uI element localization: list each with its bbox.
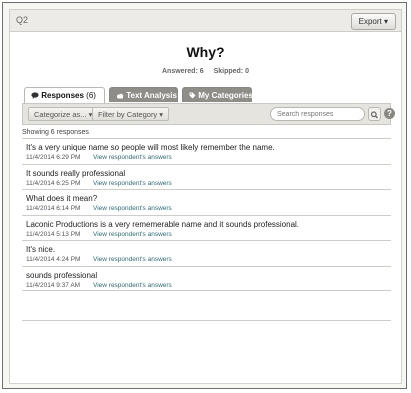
search-icon [370,111,378,119]
tag-icon [189,92,196,99]
response-date: 11/4/2014 4:24 PM [26,256,81,263]
chevron-down-icon: ▾ [383,17,388,26]
response-list: It's a very unique name so people will m… [22,138,391,291]
chevron-down-icon: ▾ [159,110,164,119]
list-item: It sounds really professional 11/4/2014 … [22,163,391,190]
tab-responses[interactable]: Responses (6) [24,87,105,103]
response-text: It's nice. [26,245,56,254]
export-label: Export [358,17,382,26]
cloud-icon [117,93,124,99]
response-date: 11/4/2014 5:13 PM [26,230,81,238]
categorize-label: Categorize as... [34,110,87,119]
answered-count: Answered: 6 [162,68,204,75]
response-date: 11/4/2014 9:37 AM [26,281,81,289]
list-item: Laconic Productions is a very rememerabl… [22,214,391,241]
speech-bubble-icon [31,92,39,99]
showing-count: Showing 6 responses [22,129,89,136]
question-panel: Why? Answered: 6 Skipped: 0 Responses (6… [9,32,402,384]
list-item: sounds professional 11/4/2014 9:37 AM Vi… [22,265,391,291]
response-text: sounds professional [26,270,98,280]
view-respondent-link[interactable]: View respondent's answers [93,256,172,263]
help-icon[interactable]: ? [384,108,395,119]
list-item: It's a very unique name so people will m… [22,138,391,164]
question-card: Q2 Export ▾ Why? Answered: 6 Skipped: 0 … [2,2,407,389]
tab-my-categories[interactable]: My Categories [182,87,253,102]
view-respondent-link[interactable]: View respondent's answers [93,231,172,238]
view-respondent-link[interactable]: View respondent's answers [93,205,172,212]
skipped-count: Skipped: 0 [213,68,249,75]
response-date: 11/4/2014 6:14 PM [26,205,81,212]
view-respondent-link[interactable]: View respondent's answers [93,282,172,289]
filter-category-dropdown[interactable]: Filter by Category ▾ [92,107,170,121]
tab-responses-label: Responses [41,91,84,100]
filter-category-label: Filter by Category [98,110,158,119]
response-text: It sounds really professional [26,168,126,178]
question-title: Why? [186,44,225,60]
list-item: It's nice. 11/4/2014 4:24 PM View respon… [22,240,391,266]
response-date: 11/4/2014 6:25 PM [26,179,81,187]
responses-toolbar: Categorize as... ▾ Filter by Category ▾ … [22,103,395,125]
tab-text-analysis[interactable]: Text Analysis [109,87,178,102]
question-header-bar: Q2 Export ▾ [9,9,402,32]
response-text: Laconic Productions is a very rememerabl… [26,219,300,229]
response-date: 11/4/2014 6:29 PM [26,154,81,161]
response-text: What does it mean? [26,194,98,203]
divider [22,320,391,321]
tab-text-analysis-label: Text Analysis [126,91,177,100]
export-button[interactable]: Export ▾ [350,13,396,30]
list-item: What does it mean? 11/4/2014 6:14 PM Vie… [22,189,391,215]
tab-responses-count: (6) [86,91,96,100]
categorize-dropdown[interactable]: Categorize as... ▾ [28,107,99,121]
response-stats: Answered: 6 Skipped: 0 [10,68,401,75]
search-button[interactable] [368,107,381,121]
response-text: It's a very unique name so people will m… [26,143,275,152]
view-respondent-link[interactable]: View respondent's answers [93,180,172,187]
tab-my-categories-label: My Categories [198,91,253,100]
search-input[interactable] [270,107,365,121]
question-number: Q2 [16,15,29,25]
view-respondent-link[interactable]: View respondent's answers [93,154,172,161]
